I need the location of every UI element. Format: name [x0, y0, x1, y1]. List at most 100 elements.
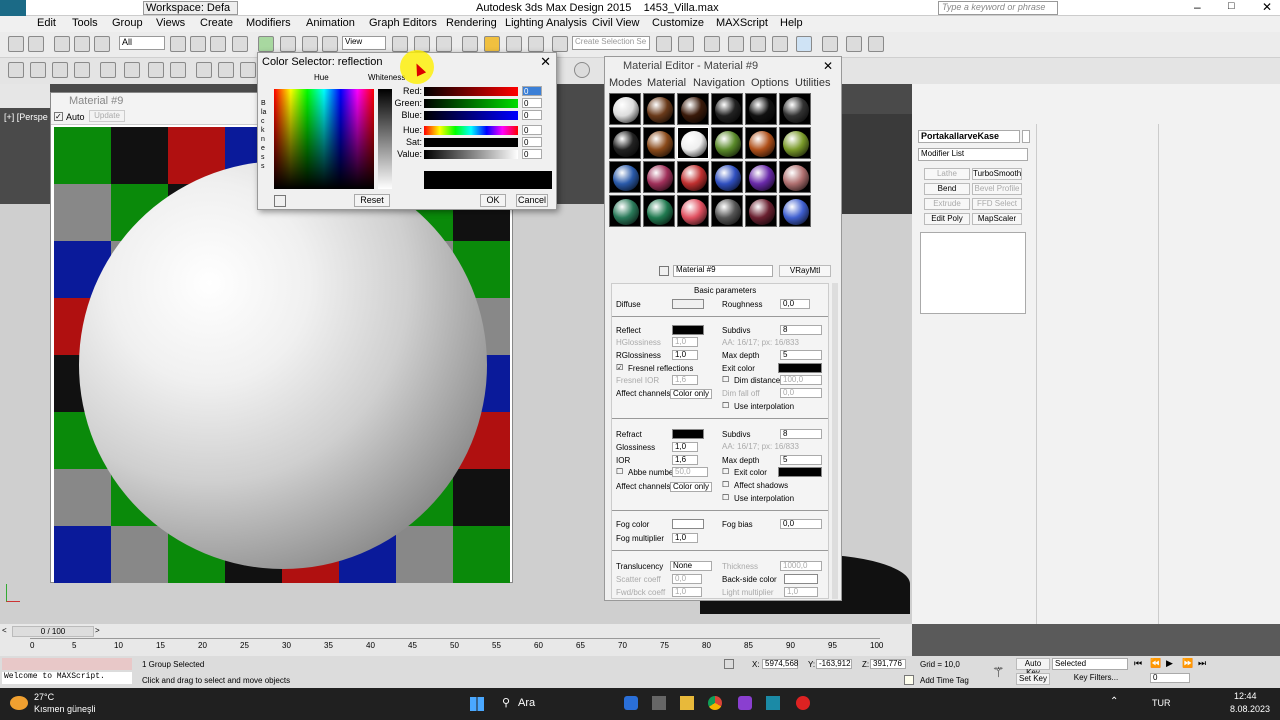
material-sample-slot[interactable]: [677, 93, 709, 125]
menu-options[interactable]: Options: [751, 77, 789, 89]
fog-bias-spinner[interactable]: 0,0: [780, 519, 822, 529]
redo-icon[interactable]: [28, 36, 44, 52]
minimize-button[interactable]: –: [1194, 0, 1201, 14]
set-key-button[interactable]: Set Key: [1016, 673, 1050, 685]
translucency-dropdown[interactable]: None: [670, 561, 712, 571]
material-sample-slot[interactable]: [745, 93, 777, 125]
material-sample-slot[interactable]: [677, 195, 709, 227]
render-setup-icon[interactable]: [822, 36, 838, 52]
x-coordinate-field[interactable]: 5974,568: [762, 659, 798, 669]
refract-exit-color-swatch[interactable]: [778, 467, 822, 477]
fog-color-swatch[interactable]: [672, 519, 704, 529]
angle-snap-icon[interactable]: [484, 36, 500, 52]
tray-chevron-icon[interactable]: ⌃: [1110, 696, 1118, 707]
snap-2-5-icon[interactable]: [462, 36, 478, 52]
refract-use-interpolation-checkbox[interactable]: ☐: [722, 493, 729, 502]
scatter-spinner[interactable]: 0,0: [672, 574, 702, 584]
menu-create[interactable]: Create: [200, 17, 233, 29]
menu-animation[interactable]: Animation: [306, 17, 355, 29]
menu-rendering[interactable]: Rendering: [446, 17, 497, 29]
dim-distance-checkbox[interactable]: ☐: [722, 375, 729, 384]
affect-shadows-checkbox[interactable]: ☐: [722, 480, 729, 489]
red-spinner[interactable]: 0: [522, 86, 542, 96]
layer-manager-icon[interactable]: [704, 36, 720, 52]
reflect-max-depth-spinner[interactable]: 5: [780, 350, 822, 360]
taskbar-app-icon[interactable]: [652, 696, 666, 710]
menu-maxscript[interactable]: MAXScript: [716, 17, 768, 29]
material-sample-slot[interactable]: [779, 127, 811, 159]
viewport-nav-icons[interactable]: [1214, 658, 1278, 686]
sat-spinner[interactable]: 0: [522, 137, 542, 147]
taskbar-search[interactable]: Ara: [518, 697, 535, 709]
refract-max-depth-spinner[interactable]: 5: [780, 455, 822, 465]
unlink-icon[interactable]: [74, 36, 90, 52]
selection-lock-icon[interactable]: [724, 659, 734, 669]
place-icon[interactable]: [322, 36, 338, 52]
modifier-stack[interactable]: [920, 232, 1026, 314]
reflect-affect-channels-dropdown[interactable]: Color only: [670, 389, 712, 399]
bend-button[interactable]: Bend: [924, 183, 970, 195]
sat-slider[interactable]: [424, 138, 518, 147]
tool-icon[interactable]: [240, 62, 256, 78]
rotate-icon[interactable]: [280, 36, 296, 52]
tool-icon[interactable]: [30, 62, 46, 78]
fog-multiplier-spinner[interactable]: 1,0: [672, 533, 698, 543]
edit-poly-button[interactable]: Edit Poly: [924, 213, 970, 225]
window-crossing-icon[interactable]: [232, 36, 248, 52]
tool-icon[interactable]: [124, 62, 140, 78]
material-sample-slot[interactable]: [711, 195, 743, 227]
workspace-dropdown[interactable]: Workspace: Defa: [143, 1, 238, 15]
reset-button[interactable]: Reset: [354, 194, 390, 207]
time-slider[interactable]: 0 / 100: [12, 626, 94, 637]
render-icon[interactable]: [868, 36, 884, 52]
material-sample-slot[interactable]: [779, 195, 811, 227]
green-slider[interactable]: [424, 99, 518, 108]
menu-customize[interactable]: Customize: [652, 17, 704, 29]
scene-explorer-icon[interactable]: [728, 36, 744, 52]
time-slider-prev-button[interactable]: <: [2, 626, 12, 636]
z-coordinate-field[interactable]: 391,776: [870, 659, 906, 669]
red-slider[interactable]: [424, 87, 518, 96]
tool-icon[interactable]: [100, 62, 116, 78]
abbe-spinner[interactable]: 50,0: [672, 467, 708, 477]
menu-tools[interactable]: Tools: [72, 17, 98, 29]
diffuse-swatch[interactable]: [672, 299, 704, 309]
maxscript-listener-pink[interactable]: [2, 658, 132, 670]
refract-subdivs-spinner[interactable]: 8: [780, 429, 822, 439]
key-icon[interactable]: ⚚: [992, 664, 1005, 681]
maxscript-listener-field[interactable]: Welcome to MAXScript.: [2, 672, 132, 684]
keyboard-shortcut-icon[interactable]: [436, 36, 452, 52]
language-indicator[interactable]: TUR: [1152, 698, 1171, 708]
viewport-label[interactable]: [+] [Perspe: [4, 112, 48, 122]
material-sample-slot[interactable]: [643, 93, 675, 125]
eyedropper-icon[interactable]: [274, 195, 286, 207]
tool-icon[interactable]: [8, 62, 24, 78]
ok-button[interactable]: OK: [480, 194, 506, 207]
select-icon[interactable]: [170, 36, 186, 52]
modifier-list-dropdown[interactable]: Modifier List: [918, 148, 1028, 161]
close-icon[interactable]: ✕: [540, 54, 551, 70]
material-sample-slot[interactable]: [643, 195, 675, 227]
menu-lighting-analysis[interactable]: Lighting Analysis: [505, 17, 587, 29]
material-sample-slot[interactable]: [779, 161, 811, 193]
object-color-swatch[interactable]: [1022, 130, 1030, 143]
tool-icon[interactable]: [170, 62, 186, 78]
use-interpolation-checkbox[interactable]: ☐: [722, 401, 729, 410]
object-name-field[interactable]: PortakallarveKase: [918, 130, 1020, 143]
key-filters-button[interactable]: Key Filters...: [1064, 673, 1128, 685]
abbe-checkbox[interactable]: ☐: [616, 467, 623, 476]
tool-icon[interactable]: [148, 62, 164, 78]
taskbar-app-icon[interactable]: [738, 696, 752, 710]
edit-named-selection-icon[interactable]: [552, 36, 568, 52]
file-explorer-icon[interactable]: [680, 696, 694, 710]
move-icon[interactable]: [258, 36, 274, 52]
curve-editor-icon[interactable]: [750, 36, 766, 52]
menu-group[interactable]: Group: [112, 17, 143, 29]
menu-graph-editors[interactable]: Graph Editors: [369, 17, 437, 29]
select-by-name-icon[interactable]: [190, 36, 206, 52]
hue-slider[interactable]: [424, 126, 518, 135]
mirror-icon[interactable]: [656, 36, 672, 52]
refract-exit-color-checkbox[interactable]: ☐: [722, 467, 729, 476]
goto-end-icon[interactable]: ⏭: [1198, 658, 1210, 670]
blue-spinner[interactable]: 0: [522, 110, 542, 120]
